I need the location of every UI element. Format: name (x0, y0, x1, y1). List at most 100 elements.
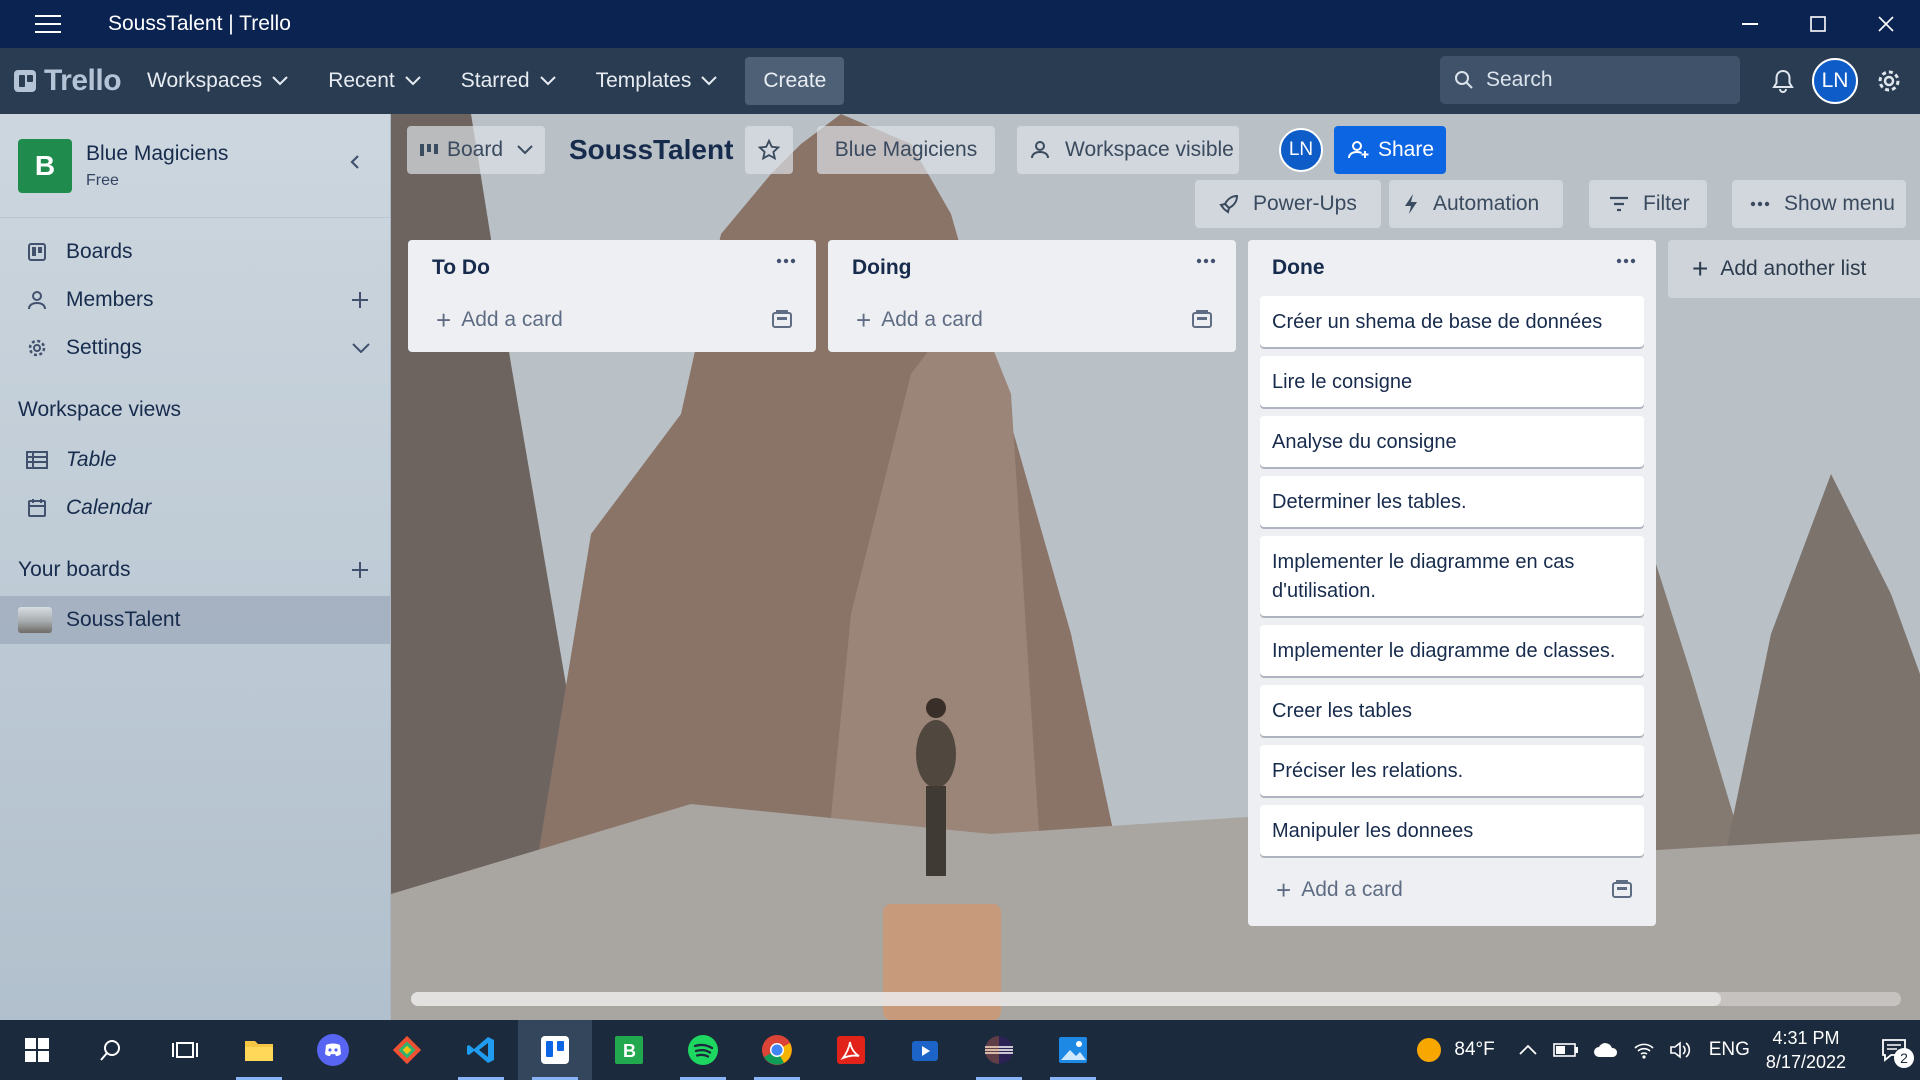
sidebar-board-sousstalent[interactable]: SoussTalent (0, 596, 390, 644)
star-board-button[interactable] (745, 126, 793, 174)
expand-settings-button[interactable] (352, 343, 370, 353)
filter-button[interactable]: Filter (1589, 180, 1707, 228)
create-button[interactable]: Create (745, 57, 845, 105)
taskbar-board-app[interactable]: B (592, 1020, 666, 1080)
sidebar-item-settings[interactable]: Settings (0, 324, 390, 372)
card[interactable]: Créer un shema de base de données (1260, 296, 1644, 347)
templates-menu[interactable]: Templates (584, 58, 730, 104)
taskbar-acrobat[interactable] (814, 1020, 888, 1080)
speaker-icon[interactable] (1669, 1040, 1691, 1060)
list-doing: Doing + Add a card (828, 240, 1236, 352)
maximize-button[interactable] (1784, 0, 1852, 48)
card[interactable]: Lire le consigne (1260, 356, 1644, 407)
add-list-button[interactable]: + Add another list (1668, 240, 1920, 298)
list-title[interactable]: Done (1272, 256, 1325, 280)
card-template-button[interactable] (1612, 880, 1632, 898)
taskbar-spotify[interactable] (666, 1020, 740, 1080)
notification-center-button[interactable]: 2 (1868, 1038, 1920, 1068)
add-member-button[interactable] (350, 290, 370, 310)
chevron-down-icon (701, 76, 718, 86)
list-title[interactable]: To Do (432, 256, 490, 280)
workspaces-menu[interactable]: Workspaces (135, 58, 300, 104)
sidebar-item-members[interactable]: Members (0, 276, 390, 324)
taskbar-media-player[interactable] (888, 1020, 962, 1080)
power-ups-button[interactable]: Power-Ups (1195, 180, 1381, 228)
list-actions-button[interactable] (776, 258, 796, 264)
add-card-button[interactable]: + Add a card (828, 296, 1236, 344)
sidebar-item-table[interactable]: Table (0, 436, 390, 484)
task-view-button[interactable] (148, 1020, 222, 1080)
list-actions-button[interactable] (1196, 258, 1216, 264)
input-language[interactable]: ENG (1709, 1039, 1750, 1061)
your-boards-label: Your boards (18, 558, 131, 581)
chevron-left-icon (350, 155, 359, 169)
trello-logo[interactable]: Trello (14, 64, 122, 98)
battery-icon[interactable] (1552, 1043, 1579, 1057)
taskbar-file-explorer[interactable] (222, 1020, 296, 1080)
card[interactable]: Manipuler les donnees (1260, 805, 1644, 856)
taskbar-vs-code[interactable] (444, 1020, 518, 1080)
board-canvas: Board SoussTalent Blue Magiciens Workspa… (391, 114, 1920, 1020)
list-header[interactable]: Done (1248, 240, 1656, 296)
close-window-button[interactable] (1852, 0, 1920, 48)
notifications-button[interactable] (1754, 69, 1812, 93)
workspace-link[interactable]: Blue Magiciens (817, 126, 995, 174)
list-title[interactable]: Doing (852, 256, 911, 280)
sidebar-item-boards[interactable]: Boards (0, 228, 390, 276)
card-template-button[interactable] (772, 310, 792, 328)
taskbar-git[interactable] (370, 1020, 444, 1080)
minimize-button[interactable] (1716, 0, 1784, 48)
horizontal-scrollbar[interactable] (411, 992, 1901, 1006)
board-view-switcher[interactable]: Board (407, 126, 545, 174)
wifi-icon[interactable] (1633, 1040, 1655, 1060)
sidebar-item-calendar[interactable]: Calendar (0, 484, 390, 532)
taskbar-trello[interactable] (518, 1020, 592, 1080)
card[interactable]: Implementer le diagramme en cas d'utilis… (1260, 536, 1644, 616)
taskbar-chrome[interactable] (740, 1020, 814, 1080)
trello-logo-icon (14, 70, 36, 92)
user-avatar[interactable]: LN (1812, 58, 1858, 104)
recent-menu[interactable]: Recent (316, 58, 433, 104)
chrome-icon (762, 1035, 792, 1065)
weather-temp[interactable]: 84°F (1454, 1039, 1494, 1061)
settings-button[interactable] (1858, 68, 1920, 94)
add-board-button[interactable] (350, 560, 370, 580)
card[interactable]: Determiner les tables. (1260, 476, 1644, 527)
automation-button[interactable]: Automation (1389, 180, 1563, 228)
add-card-button[interactable]: + Add a card (1248, 866, 1656, 914)
visibility-button[interactable]: Workspace visible (1017, 126, 1239, 174)
add-card-button[interactable]: + Add a card (408, 296, 816, 344)
taskbar-search-button[interactable] (74, 1020, 148, 1080)
more-horizontal-icon (776, 258, 796, 264)
scrollbar-thumb[interactable] (411, 992, 1721, 1006)
chevron-down-icon (272, 76, 288, 86)
starred-menu[interactable]: Starred (449, 58, 568, 104)
share-button[interactable]: Share (1334, 126, 1446, 174)
card[interactable]: Analyse du consigne (1260, 416, 1644, 467)
show-menu-button[interactable]: Show menu (1732, 180, 1906, 228)
search-input[interactable]: Search (1440, 56, 1740, 104)
taskbar-discord[interactable] (296, 1020, 370, 1080)
workspace-name[interactable]: Blue Magiciens (86, 142, 228, 166)
start-button[interactable] (0, 1020, 74, 1080)
member-icon (28, 291, 46, 310)
chevron-up-icon[interactable] (1519, 1045, 1537, 1055)
taskbar-photos[interactable] (1036, 1020, 1110, 1080)
list-header[interactable]: To Do (408, 240, 816, 296)
workspace-logo[interactable]: B (18, 138, 72, 193)
board-title[interactable]: SoussTalent (569, 126, 733, 174)
card[interactable]: Préciser les relations. (1260, 745, 1644, 796)
window-title: SoussTalent | Trello (108, 12, 291, 35)
cloud-icon[interactable] (1593, 1042, 1619, 1058)
taskbar-eclipse[interactable] (962, 1020, 1036, 1080)
list-header[interactable]: Doing (828, 240, 1236, 296)
card[interactable]: Creer les tables (1260, 685, 1644, 736)
card-template-button[interactable] (1192, 310, 1212, 328)
clock[interactable]: 4:31 PM 8/17/2022 (1766, 1026, 1846, 1074)
board-member-avatar[interactable]: LN (1279, 128, 1323, 172)
card[interactable]: Implementer le diagramme de classes. (1260, 625, 1644, 676)
view-label: Board (447, 138, 504, 161)
collapse-sidebar-button[interactable] (350, 154, 360, 170)
list-actions-button[interactable] (1616, 258, 1636, 264)
hamburger-menu-icon[interactable] (24, 0, 72, 48)
